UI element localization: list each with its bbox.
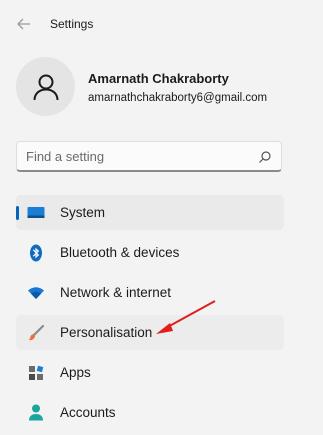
person-icon [33,74,58,100]
user-profile[interactable]: Amarnath Chakraborty amarnathchakraborty… [16,57,316,117]
search-box[interactable] [16,141,282,172]
sidebar-item-network[interactable]: Network & internet [16,275,284,310]
search-input[interactable] [17,142,256,170]
apps-icon [27,364,45,382]
sidebar-item-label: Network & internet [60,285,172,300]
user-email: amarnathchakraborty6@gmail.com [88,92,268,104]
bluetooth-icon [27,244,45,262]
sidebar-nav: System Bluetooth & devices Network & int… [16,195,284,435]
sidebar-item-system[interactable]: System [16,195,284,230]
sidebar-item-bluetooth[interactable]: Bluetooth & devices [16,235,284,270]
sidebar-item-apps[interactable]: Apps [16,355,284,390]
search-icon[interactable] [258,150,272,164]
sidebar-item-label: System [60,205,106,220]
window-title: Settings [50,17,94,31]
wifi-icon [27,284,45,302]
system-icon [27,204,45,222]
avatar[interactable] [16,57,75,116]
sidebar-item-label: Accounts [60,405,116,420]
user-name: Amarnath Chakraborty [88,71,229,86]
sidebar-item-personalisation[interactable]: Personalisation [16,315,284,350]
accounts-icon [27,404,45,422]
sidebar-item-label: Personalisation [60,325,153,340]
back-arrow-icon[interactable] [14,14,34,34]
title-bar: Settings [0,0,323,48]
sidebar-item-accounts[interactable]: Accounts [16,395,284,430]
brush-icon [27,324,45,342]
selection-indicator [16,206,19,220]
sidebar-item-label: Bluetooth & devices [60,245,180,260]
sidebar-item-label: Apps [60,365,91,380]
